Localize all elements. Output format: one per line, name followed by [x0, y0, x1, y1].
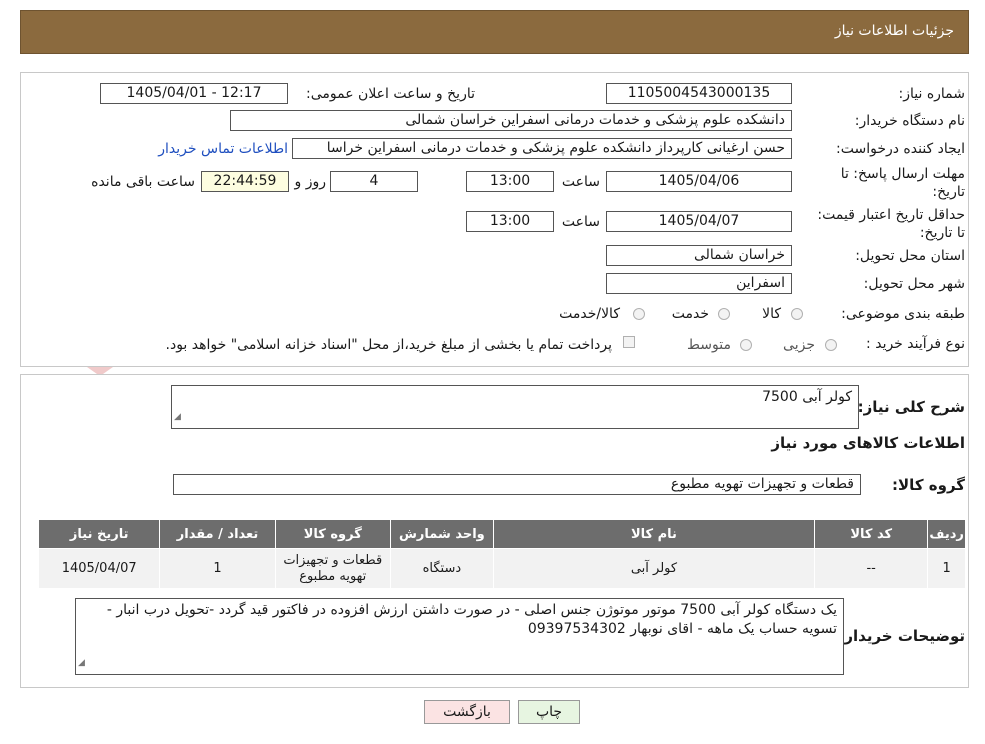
price-validity-label: حداقل تاریخ اعتبار قیمت: تا تاریخ: [817, 207, 965, 241]
table-header-row: ردیف کد کالا نام کالا واحد شمارش گروه کا… [37, 519, 966, 549]
process-radio-minor[interactable] [825, 339, 837, 351]
back-button[interactable]: بازگشت [424, 700, 510, 724]
deadline-time-field: 13:00 [466, 171, 554, 192]
cell-quantity: 1 [159, 548, 276, 589]
city-label: شهر محل تحویل: [863, 276, 965, 292]
deadline-label: مهلت ارسال پاسخ: تا تاریخ: [840, 166, 965, 200]
cell-need-date: 1405/04/07 [37, 548, 161, 589]
requester-label: ایجاد کننده درخواست: [836, 141, 965, 157]
col-goods-name: نام کالا [492, 519, 816, 549]
price-validity-date-field: 1405/04/07 [606, 211, 792, 232]
col-goods-group: گروه کالا [274, 519, 391, 549]
province-label: استان محل تحویل: [855, 248, 965, 264]
need-number-label: شماره نیاز: [898, 86, 966, 102]
buyer-notes-label: توضیحات خریدار: [838, 627, 965, 645]
treasury-bonds-note: پرداخت تمام یا بخشی از مبلغ خرید،از محل … [165, 337, 612, 353]
cell-goods-name: کولر آبی [492, 548, 816, 589]
col-goods-code: کد کالا [814, 519, 929, 549]
col-need-date: تاریخ نیاز [37, 519, 161, 549]
summary-text: کولر آبی 7500 [762, 389, 852, 405]
price-validity-time-field: 13:00 [466, 211, 554, 232]
announce-field: 1405/04/01 - 12:17 [100, 83, 288, 104]
goods-table: ردیف کد کالا نام کالا واحد شمارش گروه کا… [37, 519, 966, 589]
category-option-goods-service: کالا/خدمت [559, 306, 620, 322]
cell-goods-group: قطعات و تجهیزات تهویه مطبوع [274, 548, 391, 589]
print-button[interactable]: چاپ [518, 700, 580, 724]
col-quantity: تعداد / مقدار [159, 519, 276, 549]
remaining-time-field: 22:44:59 [201, 171, 289, 192]
category-radio-goods[interactable] [791, 308, 803, 320]
announce-label: تاریخ و ساعت اعلان عمومی: [306, 86, 475, 102]
col-row-number: ردیف [927, 519, 966, 549]
summary-label: شرح کلی نیاز: [857, 398, 965, 416]
deadline-time-label: ساعت [561, 174, 600, 190]
cell-row-number: 1 [927, 548, 966, 589]
buyer-notes-textarea: یک دستگاه کولر آبی 7500 موتور موتوژن جنس… [75, 598, 844, 675]
remaining-time-label: ساعت باقی مانده [91, 174, 195, 190]
process-type-label: نوع فرآیند خرید : [866, 336, 965, 352]
process-option-medium: متوسط [687, 337, 731, 353]
category-option-service: خدمت [671, 306, 709, 322]
table-row: 1 -- کولر آبی دستگاه قطعات و تجهیزات تهو… [37, 548, 966, 589]
resize-grip-icon[interactable]: ◢ [174, 408, 181, 427]
category-option-goods: کالا [762, 306, 781, 322]
deadline-date-field: 1405/04/06 [606, 171, 792, 192]
treasury-bonds-checkbox[interactable] [623, 336, 635, 348]
page-title: جزئیات اطلاعات نیاز [834, 23, 954, 39]
deadline-days-field: 4 [330, 171, 418, 192]
category-radio-goods-service[interactable] [633, 308, 645, 320]
goods-info-title: اطلاعات کالاهای مورد نیاز [771, 434, 965, 452]
requester-field: حسن ارغیانی کارپرداز دانشکده علوم پزشکی … [292, 138, 792, 159]
buyer-org-field: دانشکده علوم پزشکی و خدمات درمانی اسفرای… [230, 110, 792, 131]
buyer-org-label: نام دستگاه خریدار: [854, 113, 965, 129]
cell-goods-code: -- [814, 548, 929, 589]
buyer-contact-link[interactable]: اطلاعات تماس خریدار [158, 141, 288, 157]
province-field: خراسان شمالی [606, 245, 792, 266]
buyer-notes-text: یک دستگاه کولر آبی 7500 موتور موتوژن جنس… [106, 602, 837, 637]
category-label: طبقه بندی موضوعی: [841, 306, 965, 322]
deadline-days-label: روز و [294, 174, 327, 190]
goods-group-label: گروه کالا: [892, 476, 965, 494]
process-radio-medium[interactable] [740, 339, 752, 351]
summary-textarea: کولر آبی 7500 ◢ [171, 385, 859, 429]
category-radio-service[interactable] [718, 308, 730, 320]
need-number-field: 1105004543000135 [606, 83, 792, 104]
page-header: جزئیات اطلاعات نیاز [20, 10, 969, 54]
price-validity-time-label: ساعت [561, 214, 600, 230]
col-unit: واحد شمارش [389, 519, 494, 549]
process-option-minor: جزیی [783, 337, 815, 353]
cell-unit: دستگاه [389, 548, 494, 589]
city-field: اسفراین [606, 273, 792, 294]
goods-group-field: قطعات و تجهیزات تهویه مطبوع [173, 474, 861, 495]
resize-grip-icon[interactable]: ◢ [78, 654, 85, 673]
